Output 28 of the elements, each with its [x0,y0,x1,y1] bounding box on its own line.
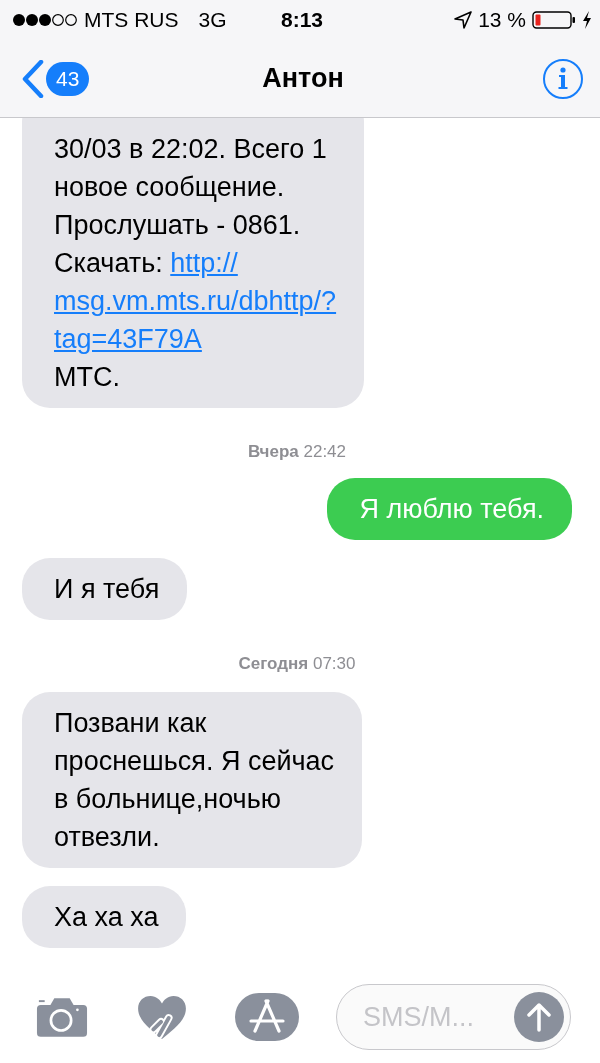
sent-message-bubble: Я люблю тебя. [327,478,572,540]
signal-icon [12,13,78,27]
send-button[interactable] [514,992,564,1042]
message-link[interactable]: msg.vm.mts.ru/dbhttp/? [54,286,337,316]
battery-percent: 13 % [478,8,526,32]
charging-icon [582,11,592,29]
timestamp: Сегодня 07:30 [238,654,356,674]
received-message-bubble: И я тебя [22,558,188,620]
heart-hand-icon[interactable] [136,995,188,1039]
received-message-bubble: 30/03 в 22:02. Всего 1 новое сообщение. Прослушать - 0861. Скачать: http:// msg.vm.mts.ru/dbhttp/? tag=43F79A МТС. [22,118,365,408]
received-message-bubble: Позвани как проснешься. Я сейчас в больнице,ночью отвезли. [22,692,363,868]
camera-icon[interactable] [36,996,88,1038]
back-chevron-icon [22,59,44,98]
back-button[interactable]: 43 [22,59,263,98]
info-icon[interactable] [542,57,584,100]
network-type: 3G [198,8,227,32]
carrier-name: MTS RUS [84,8,179,32]
location-arrow-icon [454,11,473,29]
contact-name: Антон [262,63,344,94]
unread-count-badge: 43 [46,61,90,96]
received-message-bubble: Ха ха ха [22,886,187,948]
up-arrow-icon [526,1002,552,1032]
message-link[interactable]: http:// [170,248,238,278]
message-link[interactable]: tag=43F79A [54,324,202,354]
battery-icon [532,11,576,29]
clock-time: 8:13 [281,8,323,32]
app-store-icon[interactable] [235,993,299,1041]
timestamp: Вчера 22:42 [247,442,347,462]
